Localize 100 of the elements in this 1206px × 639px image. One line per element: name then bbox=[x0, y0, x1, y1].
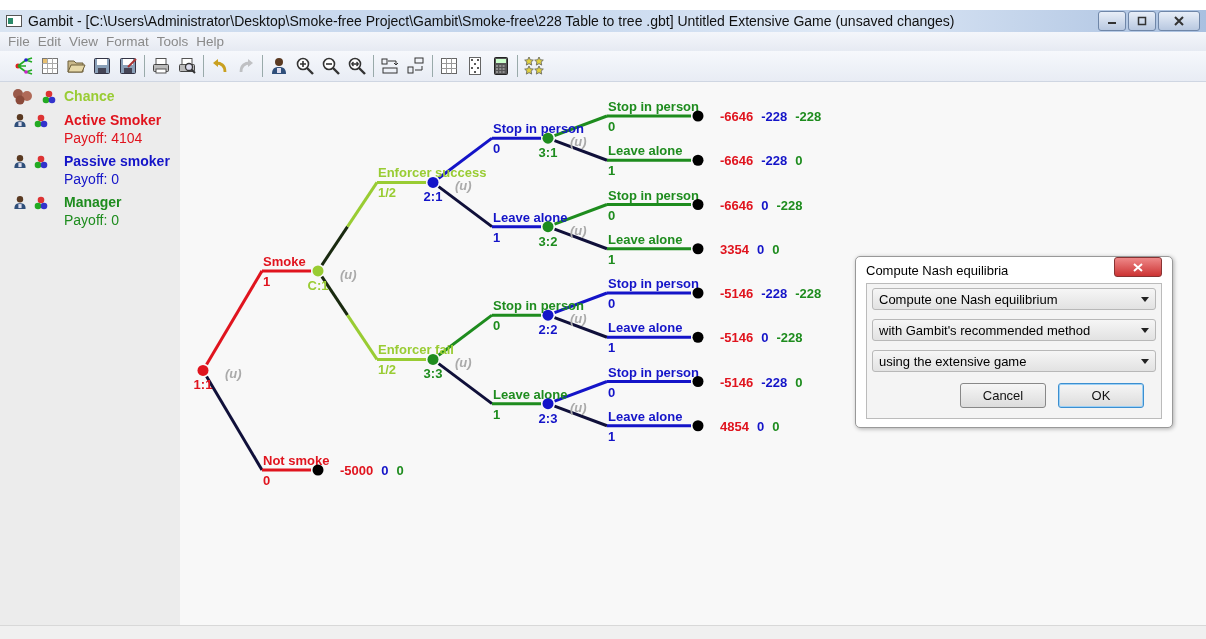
person-icon bbox=[12, 112, 28, 129]
node-dot[interactable] bbox=[427, 353, 439, 365]
node-dot[interactable] bbox=[542, 221, 554, 233]
dropdown[interactable]: using the extensive game bbox=[872, 350, 1156, 372]
payoff-value: 0 bbox=[756, 241, 765, 257]
payoff-value: -228 bbox=[776, 330, 803, 346]
maximize-button[interactable] bbox=[1128, 11, 1156, 31]
payoff-value: 0 bbox=[761, 197, 769, 213]
player-payoff: Payoff: 4104 bbox=[64, 130, 144, 146]
branch-value: 0 bbox=[608, 384, 616, 400]
payoff-value: 3354 bbox=[720, 241, 749, 257]
player-payoff: Payoff: 0 bbox=[64, 212, 120, 228]
infoset-label: (u) bbox=[570, 399, 587, 415]
payoff-value: -6646 bbox=[720, 109, 754, 124]
stars-icon[interactable] bbox=[524, 56, 544, 76]
branch-value: 0 bbox=[608, 296, 616, 311]
branch-label: Leave alone bbox=[608, 408, 683, 424]
player-name[interactable]: Manager bbox=[64, 194, 122, 210]
dropdown[interactable]: with Gambit's recommended method bbox=[872, 319, 1156, 341]
node-dot[interactable] bbox=[542, 398, 554, 410]
save-icon[interactable] bbox=[92, 56, 112, 76]
grid-icon[interactable] bbox=[439, 56, 459, 76]
branch-label: Smoke bbox=[263, 253, 306, 269]
balls-icon bbox=[34, 195, 48, 210]
close-icon bbox=[1174, 16, 1184, 26]
tree-icon[interactable] bbox=[14, 56, 34, 76]
branch-label: Stop in person bbox=[608, 99, 699, 114]
infoset-label: (u) bbox=[340, 266, 357, 282]
close-button[interactable] bbox=[1114, 257, 1162, 277]
branch-value: 1/2 bbox=[378, 185, 397, 201]
payoff-value: -6646 bbox=[720, 197, 754, 213]
fraction-icon[interactable] bbox=[406, 56, 426, 76]
save-as-icon[interactable] bbox=[118, 56, 138, 76]
branch-label: Leave alone bbox=[608, 231, 683, 247]
terminal-dot bbox=[692, 243, 704, 255]
branch-label: Leave alone bbox=[493, 209, 568, 225]
node-label: 3:3 bbox=[423, 366, 443, 382]
node-dot[interactable] bbox=[427, 176, 439, 188]
payoff-value: -228 bbox=[776, 197, 803, 213]
payoff-value: 0 bbox=[396, 463, 404, 478]
payoff-value: 0 bbox=[756, 418, 765, 434]
print-icon[interactable] bbox=[151, 56, 171, 76]
branch-value: 1 bbox=[608, 251, 616, 267]
payoff-value: 0 bbox=[761, 330, 769, 346]
infoset-label: (u) bbox=[455, 178, 472, 194]
node-label: 2:3 bbox=[538, 410, 558, 426]
payoff-value: 0 bbox=[381, 463, 389, 478]
player-name[interactable]: Active Smoker bbox=[64, 112, 162, 128]
node-dot[interactable] bbox=[197, 364, 209, 376]
node-label: C:1 bbox=[307, 277, 329, 293]
decimal-icon[interactable] bbox=[380, 56, 400, 76]
balls-icon bbox=[34, 113, 48, 128]
caret-icon bbox=[1141, 327, 1149, 333]
dropdown[interactable]: Compute one Nash equilibrium bbox=[872, 288, 1156, 310]
calculator-icon[interactable] bbox=[491, 56, 511, 76]
player-name[interactable]: Passive smoker bbox=[64, 153, 170, 169]
infoset-label: (u) bbox=[570, 311, 587, 327]
branch-label: Leave alone bbox=[608, 143, 683, 159]
node-label: 3:2 bbox=[538, 233, 558, 249]
payoff-value: -228 bbox=[761, 153, 788, 169]
minimize-button[interactable] bbox=[1098, 11, 1126, 31]
payoff-value: -228 bbox=[795, 286, 822, 301]
branch-value: 0 bbox=[608, 207, 616, 223]
branch-label: Leave alone bbox=[493, 386, 568, 402]
caret-icon bbox=[1141, 296, 1149, 302]
terminal-dot bbox=[312, 464, 324, 476]
branch-value: 0 bbox=[493, 141, 501, 157]
node-label: 2:1 bbox=[423, 189, 443, 205]
branch-value: 0 bbox=[608, 119, 616, 134]
branch-value: 1 bbox=[263, 273, 271, 289]
infoset-label: (u) bbox=[570, 134, 587, 150]
branch-label: Not smoke bbox=[263, 453, 330, 468]
payoff-value: -6646 bbox=[720, 153, 754, 169]
dialog-title: Compute Nash equilibria bbox=[866, 262, 1009, 278]
ok-button[interactable]: OK bbox=[1058, 383, 1144, 408]
payoff-value: 4854 bbox=[720, 418, 749, 434]
branch-value: 0 bbox=[493, 318, 501, 334]
zoom-out-icon[interactable] bbox=[321, 56, 341, 76]
node-label: 1:1 bbox=[193, 377, 213, 393]
payoff-value: 0 bbox=[772, 418, 780, 434]
branch-label: Stop in person bbox=[608, 187, 699, 203]
node-dot[interactable] bbox=[312, 265, 324, 277]
node-label: 2:2 bbox=[538, 322, 558, 338]
zoom-fit-icon[interactable] bbox=[347, 56, 367, 76]
branch-value: 0 bbox=[263, 473, 271, 488]
table-icon[interactable] bbox=[40, 56, 60, 76]
branch-label: Leave alone bbox=[608, 320, 683, 336]
branch-value: 1/2 bbox=[378, 362, 397, 378]
cancel-button[interactable]: Cancel bbox=[960, 383, 1046, 408]
close-button[interactable] bbox=[1158, 11, 1200, 31]
zoom-in-icon[interactable] bbox=[295, 56, 315, 76]
payoff-value: -5146 bbox=[720, 374, 754, 390]
person-icon[interactable] bbox=[269, 56, 289, 76]
payoff-value: -5000 bbox=[340, 463, 374, 478]
branch-value: 1 bbox=[608, 428, 616, 444]
person-icon bbox=[12, 153, 28, 170]
window-title: Gambit - [C:\Users\Administrator\Desktop\Smoke-free Project\Gambit\Smoke-free\228 Table to tree .gbt] Untitled Extensive Game (unsaved changes) bbox=[28, 13, 956, 29]
print-preview-icon[interactable] bbox=[177, 56, 197, 76]
branch-value: 1 bbox=[493, 229, 501, 245]
infoset-label: (u) bbox=[570, 222, 587, 238]
